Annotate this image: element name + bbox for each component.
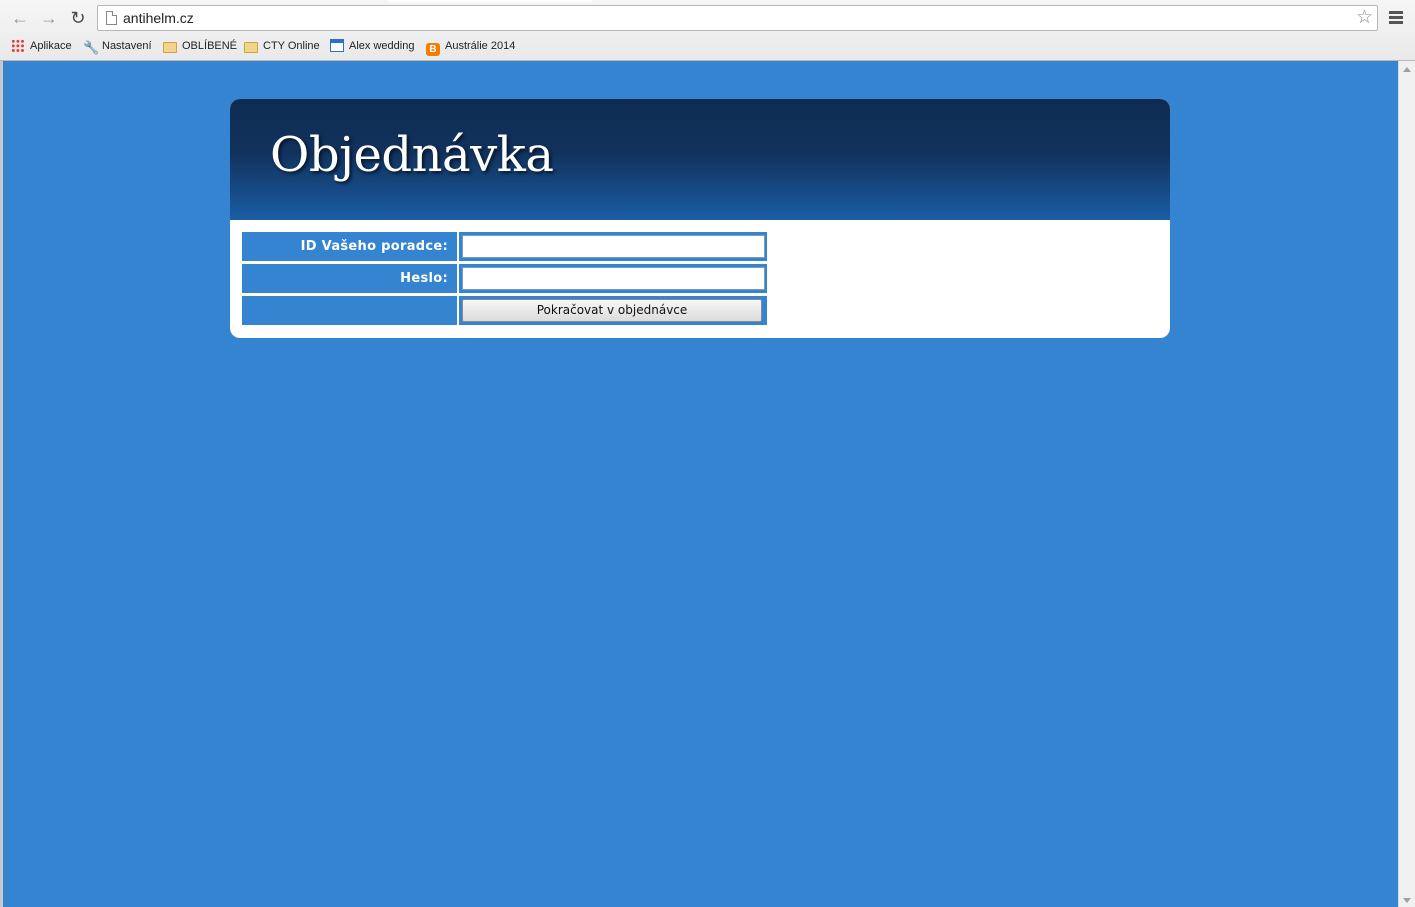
vertical-scrollbar[interactable] — [1398, 61, 1415, 907]
bookmark-label: Austrálie 2014 — [445, 40, 516, 52]
bookmark-label: Alex wedding — [349, 40, 415, 52]
empty-label-cell — [242, 296, 457, 325]
address-bar[interactable]: antihelm.cz ☆ — [97, 5, 1378, 31]
advisor-id-label: ID Vašeho poradce: — [242, 232, 457, 261]
bookmark-label: CTY Online — [263, 40, 320, 52]
password-row: Heslo: — [242, 264, 767, 296]
forward-icon[interactable]: → — [38, 7, 60, 29]
bookmark-aplikace[interactable]: Aplikace — [11, 36, 72, 56]
folder-icon — [163, 42, 177, 53]
blogger-icon: B — [426, 43, 440, 56]
bookmark-australie-2014[interactable]: B Austrálie 2014 — [426, 36, 515, 56]
submit-row: Pokračovat v objednávce — [242, 296, 767, 328]
browser-toolbar: ← → ↻ antihelm.cz ☆ Aplikace 🔧 Nastavení … — [0, 0, 1415, 61]
scroll-down-arrow-icon[interactable] — [1403, 898, 1411, 903]
bookmarks-bar: Aplikace 🔧 Nastavení OBLÍBENÉ CTY Online … — [0, 36, 1400, 56]
password-label: Heslo: — [242, 264, 457, 293]
folder-icon — [244, 42, 258, 53]
scroll-up-arrow-icon[interactable] — [1403, 67, 1411, 72]
order-login-panel: Objednávka ID Vašeho poradce: Heslo: Pok… — [230, 99, 1170, 338]
advisor-id-input[interactable] — [462, 235, 765, 258]
password-cell — [459, 264, 767, 293]
address-url[interactable]: antihelm.cz — [123, 10, 194, 26]
bookmark-cty-online[interactable]: CTY Online — [244, 36, 320, 56]
login-form: ID Vašeho poradce: Heslo: Pokračovat v o… — [242, 232, 767, 328]
advisor-id-row: ID Vašeho poradce: — [242, 232, 767, 264]
browser-menu-icon[interactable] — [1389, 11, 1403, 24]
reload-icon[interactable]: ↻ — [67, 7, 89, 29]
wrench-icon: 🔧 — [83, 40, 100, 55]
page-icon — [106, 11, 117, 25]
calendar-icon — [330, 39, 344, 52]
bookmark-nastaveni[interactable]: 🔧 Nastavení — [83, 36, 152, 56]
page-title: Objednávka — [270, 127, 554, 183]
advisor-id-cell — [459, 232, 767, 261]
submit-cell: Pokračovat v objednávce — [459, 296, 767, 325]
bookmark-oblibene[interactable]: OBLÍBENÉ — [163, 36, 237, 56]
back-icon[interactable]: ← — [9, 7, 31, 29]
bookmark-label: Aplikace — [30, 40, 72, 52]
password-input[interactable] — [462, 267, 765, 290]
active-tab-edge — [388, 0, 592, 2]
panel-header: Objednávka — [230, 99, 1170, 220]
continue-order-button[interactable]: Pokračovat v objednávce — [462, 299, 762, 322]
bookmark-label: OBLÍBENÉ — [182, 40, 238, 52]
bookmark-alex-wedding[interactable]: Alex wedding — [330, 36, 414, 56]
bookmark-star-icon[interactable]: ☆ — [1356, 7, 1373, 29]
bookmark-label: Nastavení — [102, 40, 152, 52]
apps-grid-icon — [11, 39, 25, 52]
